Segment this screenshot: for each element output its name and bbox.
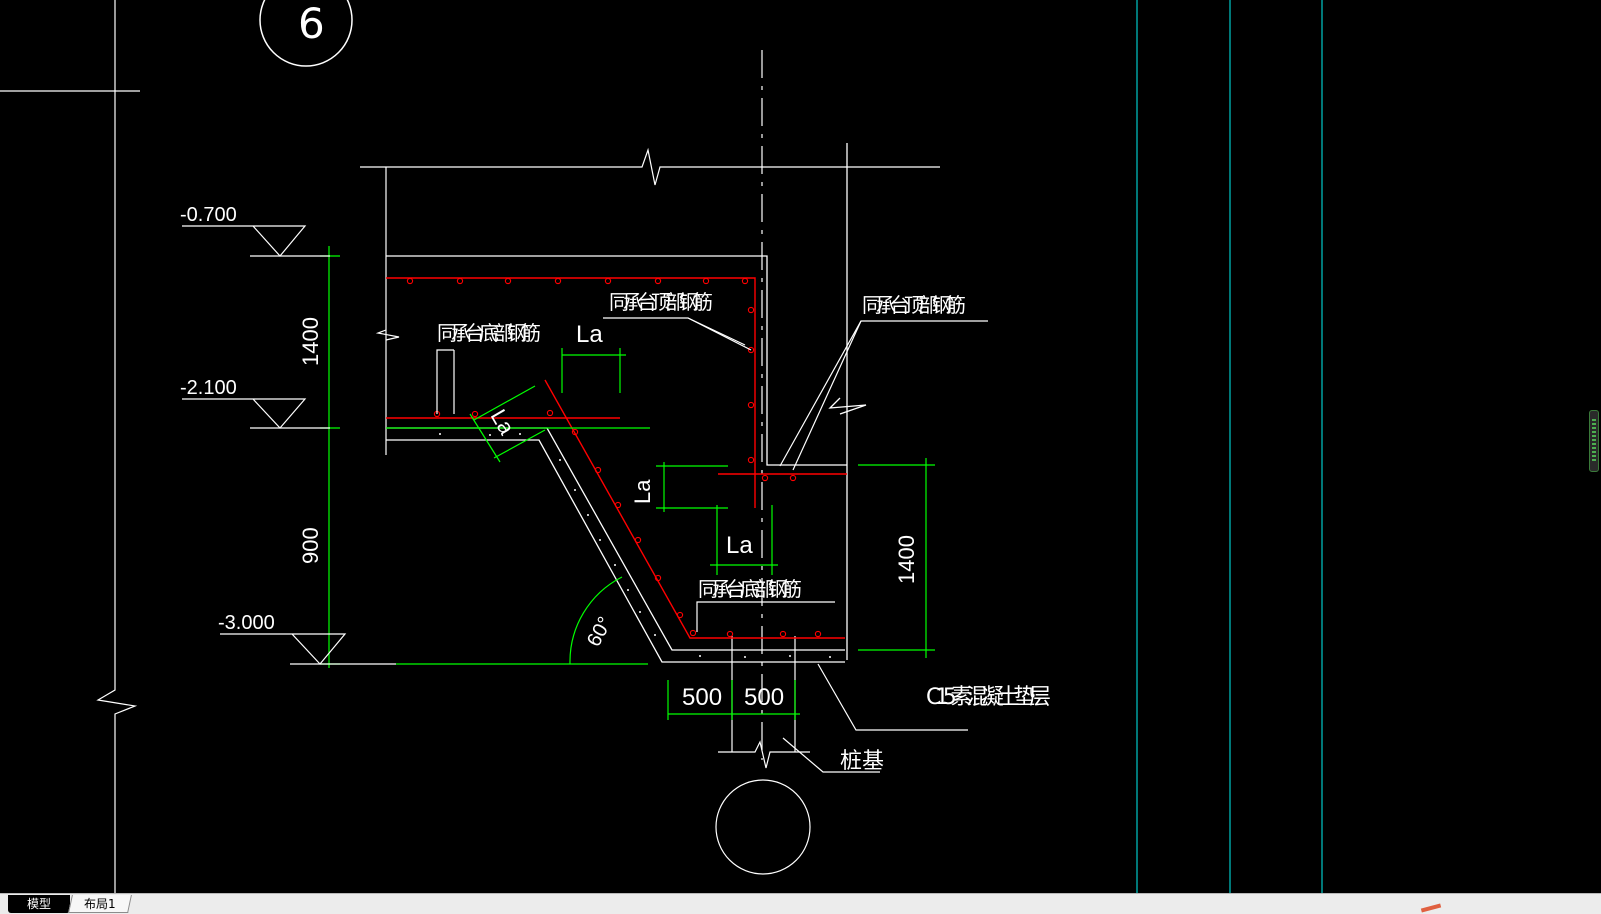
note-top-rebar-middle[interactable]: 同承台顶部钢筋: [609, 290, 713, 314]
dim-bottom-right[interactable]: 500: [744, 684, 784, 711]
elevation-mid-label: -2.100: [180, 377, 237, 399]
note-cushion[interactable]: C15素混凝土垫层: [926, 685, 1051, 710]
dim-left-upper[interactable]: 1400: [298, 317, 323, 366]
anchor-la-lower[interactable]: La: [726, 532, 753, 559]
dim-bottom-left[interactable]: 500: [682, 684, 722, 711]
tab-model-label: 模型: [26, 897, 51, 911]
axis-bubble-label: 6: [298, 0, 325, 48]
dimension-lines: [320, 246, 935, 720]
elevation-marker-bottom[interactable]: -3.000: [218, 612, 396, 665]
anchor-la-right[interactable]: La: [630, 479, 655, 504]
elevation-bottom-label: -3.000: [218, 612, 275, 634]
anchor-la-top[interactable]: La: [576, 321, 603, 348]
left-frame-lines: [0, 0, 140, 893]
drawing-canvas[interactable]: 6 -0.700 -2.100 -3.000 1400 900 1400 500…: [0, 0, 1601, 893]
note-pile[interactable]: 桩基: [840, 749, 884, 774]
layout-tab-bar: 模型 布局1: [0, 893, 1601, 914]
elevation-marker-top[interactable]: -0.700: [180, 204, 330, 257]
tab-layout1[interactable]: 布局1: [68, 895, 132, 913]
note-bottom-rebar-upper[interactable]: 同承台底部钢筋: [437, 321, 541, 345]
grid-lines: [1136, 0, 1323, 893]
cad-window: 6 -0.700 -2.100 -3.000 1400 900 1400 500…: [0, 0, 1601, 914]
tab-model[interactable]: 模型: [8, 895, 70, 913]
dim-right[interactable]: 1400: [894, 535, 919, 584]
axis-bubble[interactable]: 6: [259, 0, 353, 67]
elevation-marker-mid[interactable]: -2.100: [180, 377, 330, 429]
elevation-top-label: -0.700: [180, 204, 237, 226]
note-bottom-rebar-lower[interactable]: 同承台底部钢筋: [698, 577, 802, 601]
dim-left-lower[interactable]: 900: [298, 527, 323, 564]
dim-angle[interactable]: 60°: [583, 613, 617, 650]
pile: [715, 636, 811, 875]
note-top-rebar-right[interactable]: 同承台顶部钢筋: [862, 293, 966, 317]
tab-layout1-label: 布局1: [84, 897, 116, 911]
vertical-scroll-handle[interactable]: [1589, 410, 1599, 472]
